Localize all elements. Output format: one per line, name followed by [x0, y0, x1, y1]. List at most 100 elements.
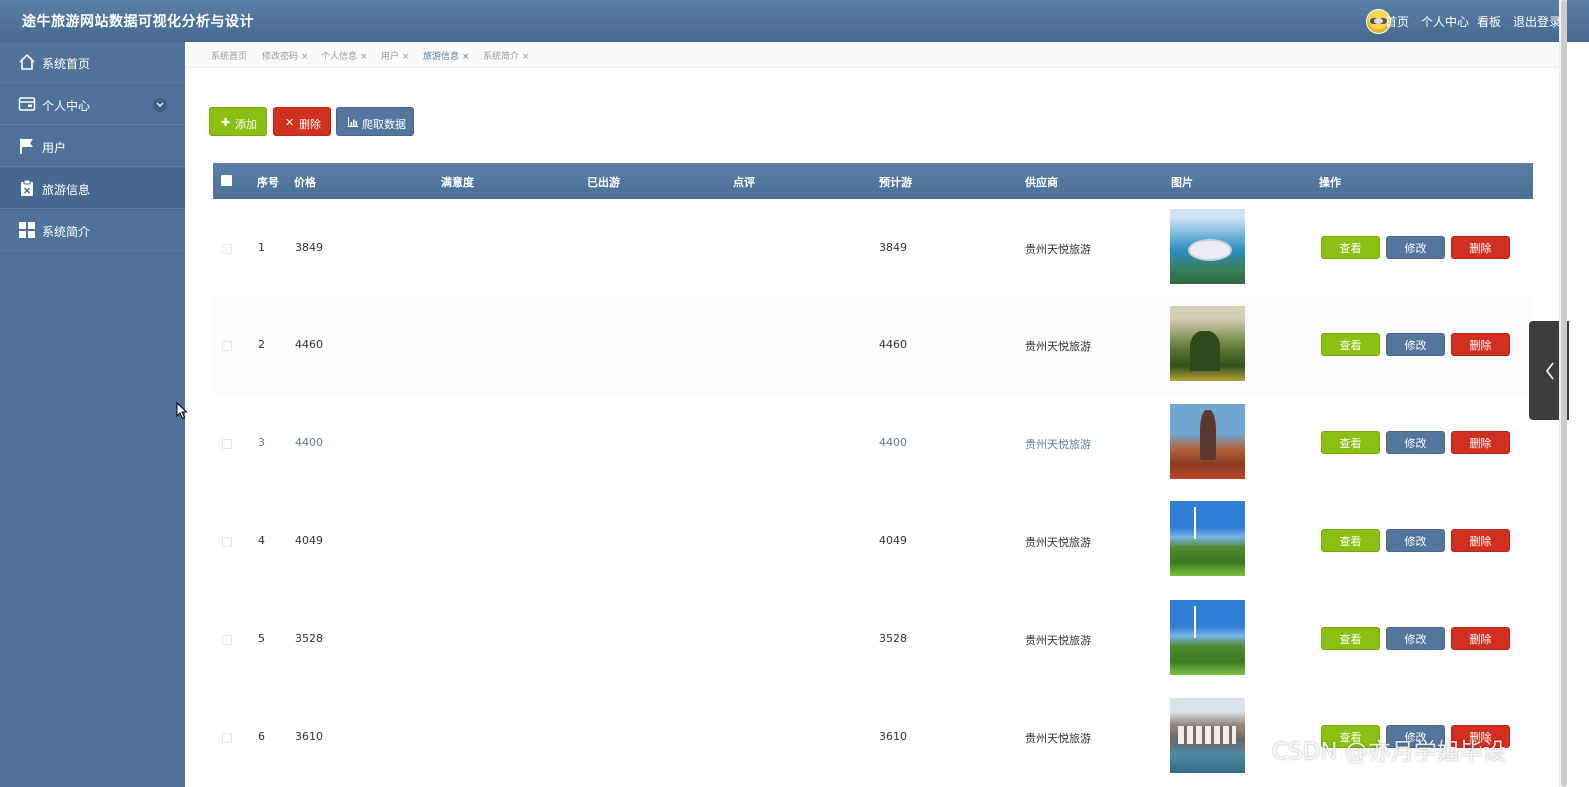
wallet-icon — [18, 95, 36, 113]
bar-chart-icon — [348, 117, 358, 130]
crawl-data-button-label: 爬取数据 — [362, 118, 406, 131]
row-checkbox[interactable] — [222, 635, 232, 645]
row-expected: 3849 — [879, 241, 907, 254]
view-button[interactable]: 查看 — [1321, 529, 1380, 552]
header-traveled: 已出游 — [587, 176, 620, 189]
header-supplier: 供应商 — [1025, 176, 1058, 189]
row-index: 6 — [258, 730, 265, 743]
nav-board-link[interactable]: 看板 — [1477, 13, 1501, 30]
top-bar: 途牛旅游网站数据可视化分析与设计 首页 个人中心 看板 退出登录 — [0, 0, 1589, 42]
view-button[interactable]: 查看 — [1321, 333, 1380, 356]
row-checkbox[interactable] — [222, 733, 232, 743]
header-index: 序号 — [257, 176, 279, 189]
sidebar-item-about[interactable]: 系统简介 — [0, 210, 185, 251]
row-supplier: 贵州天悦旅游 — [1025, 438, 1091, 451]
row-supplier: 贵州天悦旅游 — [1025, 340, 1091, 353]
row-supplier: 贵州天悦旅游 — [1025, 634, 1091, 647]
select-all-checkbox[interactable] — [221, 175, 232, 186]
row-delete-button[interactable]: 删除 — [1451, 431, 1510, 454]
row-checkbox[interactable] — [222, 341, 232, 351]
edit-button[interactable]: 修改 — [1386, 236, 1445, 259]
nav-profile-link[interactable]: 个人中心 — [1421, 13, 1469, 30]
chevron-left-icon — [1546, 362, 1554, 380]
row-delete-button[interactable]: 删除 — [1451, 236, 1510, 259]
row-expected: 4049 — [879, 534, 907, 547]
row-index: 5 — [258, 632, 265, 645]
tab-users[interactable]: 用户 × — [381, 49, 409, 62]
row-price: 3849 — [295, 241, 323, 254]
mouse-cursor-icon — [176, 401, 188, 423]
row-image — [1170, 306, 1245, 381]
row-price: 4049 — [295, 534, 323, 547]
view-button[interactable]: 查看 — [1321, 236, 1380, 259]
tab-home[interactable]: 系统首页 — [211, 49, 247, 62]
row-expected: 4460 — [879, 338, 907, 351]
main-content: 系统首页 修改密码 × 个人信息 × 用户 × 旅游信息 × 系统简介 × ✚ … — [185, 42, 1589, 787]
tab-personal-info[interactable]: 个人信息 × — [321, 49, 367, 62]
row-index: 2 — [258, 338, 265, 351]
watermark: CSDN @亦月学姐毕设 — [1272, 739, 1506, 765]
table-header: 序号 价格 满意度 已出游 点评 预计游 供应商 图片 操作 — [213, 163, 1533, 199]
chevron-down-icon[interactable] — [153, 98, 167, 112]
table-row: 5 3528 3528 贵州天悦旅游 查看 修改 删除 — [213, 590, 1533, 687]
header-actions: 操作 — [1319, 176, 1341, 189]
sidebar-item-users[interactable]: 用户 — [0, 126, 185, 167]
row-checkbox[interactable] — [222, 537, 232, 547]
row-index: 1 — [258, 241, 265, 254]
row-expected: 3528 — [879, 632, 907, 645]
row-index: 3 — [258, 436, 265, 449]
sidebar-item-profile[interactable]: 个人中心 — [0, 84, 185, 125]
header-satisfaction: 满意度 — [441, 176, 474, 189]
row-supplier: 贵州天悦旅游 — [1025, 732, 1091, 745]
row-image — [1170, 501, 1245, 576]
row-image — [1170, 698, 1245, 773]
table-row: 3 4400 4400 贵州天悦旅游 查看 修改 删除 — [213, 395, 1533, 492]
sidebar-item-label: 旅游信息 — [42, 183, 91, 197]
close-icon: ✕ — [285, 116, 295, 129]
row-index: 4 — [258, 534, 265, 547]
edit-button[interactable]: 修改 — [1386, 333, 1445, 356]
row-delete-button[interactable]: 删除 — [1451, 627, 1510, 650]
edit-button[interactable]: 修改 — [1386, 529, 1445, 552]
flag-icon — [18, 137, 36, 155]
add-button-label: 添加 — [235, 118, 257, 131]
table-row: 2 4460 4460 贵州天悦旅游 查看 修改 删除 — [213, 297, 1533, 394]
crawl-data-button[interactable]: 爬取数据 — [336, 107, 414, 136]
row-checkbox[interactable] — [222, 439, 232, 449]
sidebar: 系统首页 个人中心 用户 旅游信息 系统简介 — [0, 42, 185, 787]
row-expected: 4400 — [879, 436, 907, 449]
row-delete-button[interactable]: 删除 — [1451, 529, 1510, 552]
delete-button[interactable]: ✕ 删除 — [273, 107, 331, 136]
tab-change-password[interactable]: 修改密码 × — [262, 49, 308, 62]
header-expected: 预计游 — [879, 176, 912, 189]
row-price: 4460 — [295, 338, 323, 351]
row-image — [1170, 209, 1245, 284]
sidebar-item-label: 用户 — [42, 141, 67, 155]
row-delete-button[interactable]: 删除 — [1451, 333, 1510, 356]
tabs-bar: 系统首页 修改密码 × 个人信息 × 用户 × 旅游信息 × 系统简介 × — [185, 42, 1565, 68]
row-price: 4400 — [295, 436, 323, 449]
tab-about[interactable]: 系统简介 × — [483, 49, 529, 62]
sidebar-item-travel-info[interactable]: 旅游信息 — [0, 168, 185, 209]
nav-logout-link[interactable]: 退出登录 — [1513, 13, 1561, 30]
row-image — [1170, 404, 1245, 479]
add-button[interactable]: ✚ 添加 — [209, 107, 267, 136]
delete-button-label: 删除 — [299, 118, 321, 131]
tab-travel-info[interactable]: 旅游信息 × — [423, 49, 469, 62]
view-button[interactable]: 查看 — [1321, 627, 1380, 650]
sidebar-item-home[interactable]: 系统首页 — [0, 42, 185, 83]
row-checkbox[interactable] — [222, 244, 232, 254]
sidebar-item-label: 系统简介 — [42, 225, 91, 239]
vertical-scrollbar[interactable] — [1559, 0, 1567, 787]
nav-home-link[interactable]: 首页 — [1385, 13, 1409, 30]
edit-button[interactable]: 修改 — [1386, 627, 1445, 650]
scrollbar-thumb[interactable] — [1561, 0, 1567, 787]
app-title: 途牛旅游网站数据可视化分析与设计 — [22, 14, 254, 30]
view-button[interactable]: 查看 — [1321, 431, 1380, 454]
clipboard-icon — [18, 179, 36, 197]
row-expected: 3610 — [879, 730, 907, 743]
edit-button[interactable]: 修改 — [1386, 431, 1445, 454]
header-image: 图片 — [1171, 176, 1193, 189]
row-price: 3528 — [295, 632, 323, 645]
home-icon — [18, 53, 36, 71]
